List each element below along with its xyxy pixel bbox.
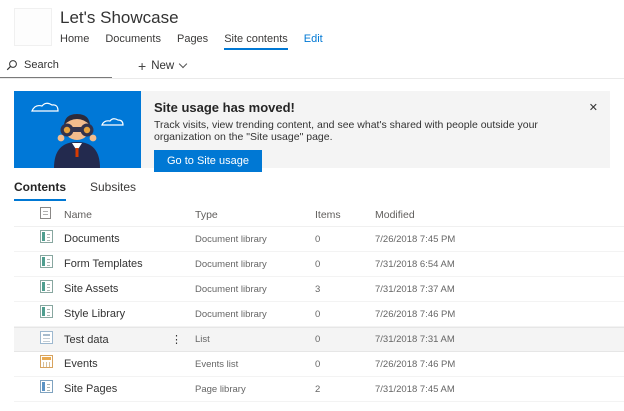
row-name-link[interactable]: Form Templates [64,258,143,270]
new-button-label: New [151,59,175,72]
nav-site-contents[interactable]: Site contents [224,33,288,50]
go-to-site-usage-button[interactable]: Go to Site usage [154,150,262,172]
row-type-icon [40,280,53,293]
search-icon [6,59,18,71]
row-modified: 7/31/2018 7:31 AM [375,334,455,345]
tab-contents[interactable]: Contents [14,180,66,201]
row-type: Document library [195,233,267,245]
row-name-link[interactable]: Events [64,358,98,370]
row-type: Document library [195,283,267,295]
row-type: Document library [195,308,267,320]
row-icon-cell [40,380,64,398]
table-row[interactable]: Site Assets ⋮ Document library 3 7/31/20… [14,277,624,302]
row-icon-cell [40,255,64,273]
row-modified: 7/31/2018 7:37 AM [375,283,455,295]
new-button[interactable]: + New [138,57,188,74]
table-row[interactable]: Documents ⋮ Document library 0 7/26/2018… [14,227,624,252]
column-header-name[interactable]: Name [64,209,195,221]
column-header-items[interactable]: Items [315,209,375,221]
close-icon[interactable]: ✕ [587,99,600,116]
table-row[interactable]: Test data ⋮ List 0 7/31/2018 7:31 AM [14,327,624,352]
row-items: 0 [315,233,321,245]
row-items: 3 [315,283,321,295]
row-icon-cell [40,330,64,349]
site-usage-banner: Site usage has moved! Track visits, view… [14,91,610,172]
row-type: Events list [195,358,239,370]
row-type-icon [40,355,53,368]
header-text: Let's Showcase Home Documents Pages Site… [60,8,339,50]
row-items: 0 [315,258,321,270]
banner-title: Site usage has moved! [154,100,295,115]
command-bar: Search + New [0,53,624,79]
row-modified: 7/26/2018 7:46 PM [375,358,456,370]
column-header-type[interactable]: Type [195,209,315,221]
site-nav: Home Documents Pages Site contents Edit [60,33,339,50]
row-type: List [195,334,210,345]
site-logo[interactable] [14,8,52,46]
row-name-link[interactable]: Site Pages [64,383,117,395]
row-icon-cell [40,355,64,373]
nav-home[interactable]: Home [60,33,89,50]
row-items: 0 [315,358,321,370]
table-row[interactable]: Style Library ⋮ Document library 0 7/26/… [14,302,624,327]
banner-body: Site usage has moved! Track visits, view… [141,91,610,172]
row-type-icon [40,305,53,318]
row-type-icon [40,330,53,344]
document-type-icon [40,207,51,219]
table-row[interactable]: Site Pages ⋮ Page library 2 7/31/2018 7:… [14,377,624,402]
table-body: Documents ⋮ Document library 0 7/26/2018… [14,227,624,402]
search-placeholder: Search [24,59,59,71]
row-modified: 7/31/2018 7:45 AM [375,383,455,395]
site-title[interactable]: Let's Showcase [60,8,339,28]
nav-edit[interactable]: Edit [304,33,323,50]
row-modified: 7/26/2018 7:45 PM [375,233,456,245]
tab-subsites[interactable]: Subsites [90,180,136,201]
banner-message: Track visits, view trending content, and… [154,119,538,143]
column-header-modified[interactable]: Modified [375,209,624,221]
row-items: 0 [315,308,321,320]
row-items: 2 [315,383,321,395]
table-row[interactable]: Events ⋮ Events list 0 7/26/2018 7:46 PM [14,352,624,377]
plus-icon: + [138,57,147,74]
row-name-link[interactable]: Test data [64,334,109,346]
site-header: Let's Showcase Home Documents Pages Site… [0,0,624,50]
site-contents-table: Name Type Items Modified Documents ⋮ Doc… [14,203,624,402]
nav-pages[interactable]: Pages [177,33,208,50]
row-type: Document library [195,258,267,270]
table-row[interactable]: Form Templates ⋮ Document library 0 7/31… [14,252,624,277]
chevron-down-icon [178,59,188,69]
row-menu-icon[interactable]: ⋮ [168,333,185,346]
row-icon-cell [40,305,64,323]
row-name-link[interactable]: Site Assets [64,283,118,295]
row-type-icon [40,255,53,268]
row-modified: 7/26/2018 7:46 PM [375,308,456,320]
icon-column-header[interactable] [40,207,64,222]
row-name-link[interactable]: Style Library [64,308,125,320]
nav-documents[interactable]: Documents [105,33,161,50]
table-header-row: Name Type Items Modified [14,203,624,227]
search-input[interactable]: Search [0,53,112,78]
row-type-icon [40,380,53,393]
row-icon-cell [40,230,64,248]
row-type-icon [40,230,53,243]
row-modified: 7/31/2018 6:54 AM [375,258,455,270]
row-type: Page library [195,383,246,395]
row-name-link[interactable]: Documents [64,233,120,245]
row-icon-cell [40,280,64,298]
row-items: 0 [315,334,321,345]
banner-illustration [14,91,141,168]
contents-tabs: Contents Subsites [14,180,610,201]
